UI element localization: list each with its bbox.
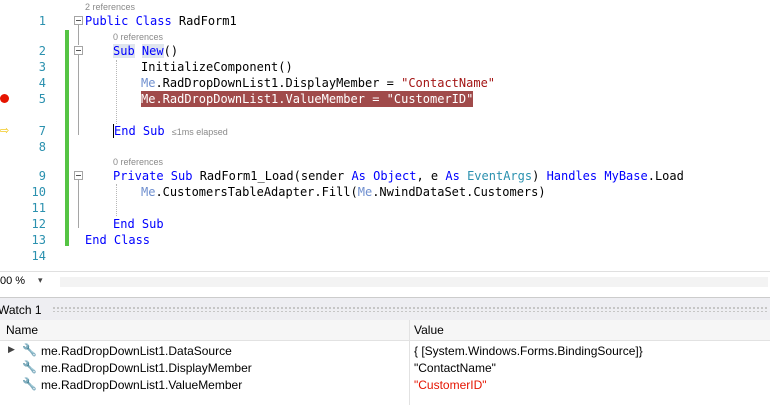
code-text: .CustomersTableAdapter.Fill( xyxy=(155,185,358,199)
type-name: EventArgs xyxy=(467,169,533,183)
perf-tip[interactable]: ≤1ms elapsed xyxy=(172,127,228,137)
horizontal-scrollbar[interactable] xyxy=(60,277,768,287)
drag-grip[interactable] xyxy=(52,306,768,312)
line-number: 2 xyxy=(38,44,46,58)
code-line: 8 xyxy=(0,139,770,155)
watch-name[interactable]: me.RadDropDownList1.ValueMember xyxy=(41,378,242,392)
me-keyword: Me xyxy=(141,92,156,106)
indent-guide xyxy=(116,60,117,124)
type-name: Object xyxy=(373,169,417,183)
code-line: 9 Private Sub RadForm1_Load(sender As Ob… xyxy=(0,168,770,184)
line-number: 13 xyxy=(31,233,46,247)
line-number: 5 xyxy=(38,92,46,106)
keyword: As xyxy=(351,169,366,183)
keyword: As xyxy=(445,169,460,183)
code-text: InitializeComponent() xyxy=(141,60,293,74)
outline-guide xyxy=(78,180,79,228)
watch-column-header: Name Value xyxy=(0,320,770,341)
code-text: .Load xyxy=(647,169,684,183)
collapse-icon[interactable] xyxy=(74,46,83,55)
code-line-current: ⇨ 7 End Sub ≤1ms elapsed xyxy=(0,123,770,139)
expand-arrow-icon[interactable]: ▶ xyxy=(8,344,15,355)
code-lens-references[interactable]: 0 references xyxy=(113,31,163,43)
line-number: 1 xyxy=(38,14,46,28)
column-header-value[interactable]: Value xyxy=(414,323,444,337)
code-line: 2 Sub New() xyxy=(0,43,770,59)
me-keyword: Me xyxy=(357,185,373,199)
watch-row[interactable]: 🔧 me.RadDropDownList1.ValueMember "Custo… xyxy=(0,376,770,393)
outline-guide xyxy=(78,25,79,45)
string-literal: "CustomerID" xyxy=(386,92,474,106)
column-header-name[interactable]: Name xyxy=(6,323,38,337)
execution-arrow-icon[interactable]: ⇨ xyxy=(0,125,9,137)
line-number: 11 xyxy=(31,201,46,215)
watch-window-header: Watch 1 xyxy=(0,297,770,320)
code-lens-references[interactable]: 0 references xyxy=(113,156,163,168)
editor-status-bar: 00 % ▾ xyxy=(0,271,770,292)
keyword: New xyxy=(141,44,164,58)
wrench-icon: 🔧 xyxy=(22,360,37,374)
code-text: ) xyxy=(532,169,547,183)
watch-window-title[interactable]: Watch 1 xyxy=(0,303,42,317)
collapse-icon[interactable] xyxy=(74,16,83,25)
keyword: Public Class xyxy=(85,14,172,28)
keyword: Private Sub xyxy=(113,169,193,183)
me-keyword: Me xyxy=(141,76,156,90)
breakpoint-icon[interactable] xyxy=(0,94,9,103)
code-line: 12 End Sub xyxy=(0,216,770,232)
collapse-icon[interactable] xyxy=(74,171,83,180)
outline-guide xyxy=(78,55,79,135)
watch-row[interactable]: 🔧 me.RadDropDownList1.DisplayMember "Con… xyxy=(0,359,770,376)
watch-row[interactable]: ▶ 🔧 me.RadDropDownList1.DataSource { [Sy… xyxy=(0,342,770,359)
keyword: MyBase xyxy=(604,169,648,183)
keyword: End Sub xyxy=(113,124,165,138)
wrench-icon: 🔧 xyxy=(22,377,37,391)
watch-value[interactable]: { [System.Windows.Forms.BindingSource]} xyxy=(414,344,643,358)
line-number: 4 xyxy=(38,76,46,90)
code-text: .NwindDataSet.Customers) xyxy=(372,185,546,199)
string-literal: "ContactName" xyxy=(401,76,496,90)
watch-value[interactable]: "ContactName" xyxy=(414,361,496,375)
indent-guide xyxy=(116,184,117,216)
keyword: Sub xyxy=(113,44,135,58)
watch-name[interactable]: me.RadDropDownList1.DisplayMember xyxy=(41,361,252,375)
line-number: 12 xyxy=(31,217,46,231)
zoom-level[interactable]: 00 % xyxy=(0,275,25,287)
code-text: .RadDropDownList1.DisplayMember = xyxy=(155,76,402,90)
method-name: RadForm1_Load(sender xyxy=(192,169,352,183)
wrench-icon: 🔧 xyxy=(22,343,37,357)
line-number: 9 xyxy=(38,169,46,183)
line-number: 8 xyxy=(38,140,46,154)
keyword: End Sub xyxy=(113,217,164,231)
code-line: 1 Public Class RadForm1 xyxy=(0,13,770,29)
class-name: RadForm1 xyxy=(171,14,237,28)
me-keyword: Me xyxy=(141,185,156,199)
code-editor[interactable]: 2 references 1 Public Class RadForm1 0 r… xyxy=(0,0,770,271)
code-text: .RadDropDownList1.ValueMember = xyxy=(155,92,387,106)
chevron-down-icon[interactable]: ▾ xyxy=(38,275,43,286)
code-line: 14 xyxy=(0,248,770,264)
line-number: 10 xyxy=(31,185,46,199)
code-lens-references[interactable]: 2 references xyxy=(85,1,135,13)
line-number: 14 xyxy=(31,249,46,263)
code-text: () xyxy=(163,44,179,58)
keyword: Handles xyxy=(546,169,598,183)
keyword: End Class xyxy=(85,233,151,247)
line-number: 7 xyxy=(38,124,46,138)
line-number: 3 xyxy=(38,60,46,74)
watch-grid: Name Value ▶ 🔧 me.RadDropDownList1.DataS… xyxy=(0,320,770,405)
code-line: 13 End Class xyxy=(0,232,770,248)
code-text: , e xyxy=(416,169,446,183)
watch-name[interactable]: me.RadDropDownList1.DataSource xyxy=(41,344,232,358)
watch-value-changed[interactable]: "CustomerID" xyxy=(414,378,487,392)
